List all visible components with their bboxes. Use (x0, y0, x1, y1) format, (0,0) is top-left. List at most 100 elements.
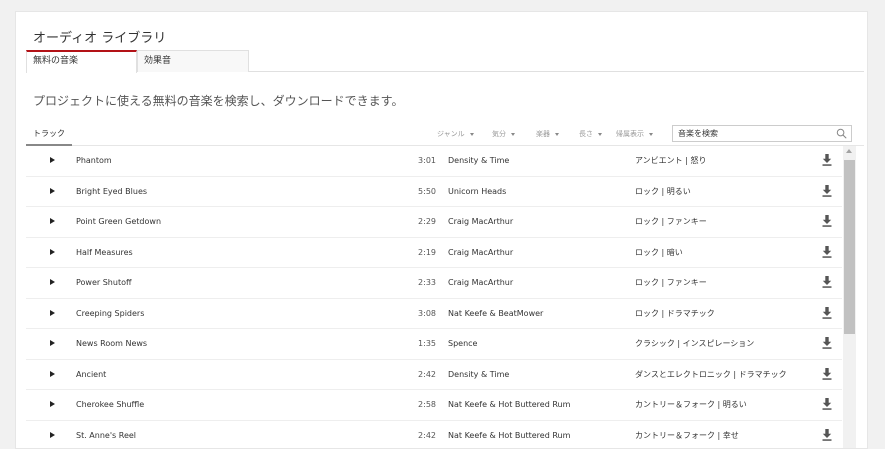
track-row[interactable]: Phantom 3:01 Density & Time アンビエント | 怒り (26, 146, 842, 177)
download-icon[interactable] (822, 276, 832, 288)
track-genre: カントリー＆フォーク | 幸せ (635, 430, 739, 440)
track-genre: アンビエント | 怒り (635, 156, 707, 165)
track-genre: ロック | 暗い (635, 247, 683, 257)
track-artist[interactable]: Craig MacArthur (448, 238, 513, 268)
track-row[interactable]: Creeping Spiders 3:08 Nat Keefe & BeatMowe… (26, 299, 842, 329)
play-icon[interactable] (50, 309, 55, 316)
track-title: St. Anne's Reel (76, 430, 137, 440)
tab-bar: 無料の音楽 効果音 (26, 50, 864, 73)
play-icon[interactable] (50, 187, 55, 194)
instrument-filter-label: 楽器 (536, 130, 550, 138)
track-artist[interactable]: Craig MacArthur (448, 207, 513, 237)
chevron-down-icon (555, 132, 559, 136)
track-artist[interactable]: Craig MacArthur (448, 268, 513, 298)
track-title: Power Shutoff (76, 278, 132, 287)
track-genre: ダンスとエレクトロニック | ドラマチック (635, 369, 787, 379)
download-icon[interactable] (822, 215, 832, 227)
tab-free-music[interactable]: 無料の音楽 (26, 50, 137, 73)
track-artist[interactable]: Spence (448, 329, 477, 359)
track-genre: ロック | ファンキー (635, 278, 707, 287)
track-duration: 1:35 (418, 339, 436, 348)
track-duration: 5:50 (418, 186, 436, 196)
track-duration: 3:01 (418, 156, 436, 165)
download-icon[interactable] (822, 337, 832, 349)
track-duration: 2:19 (418, 247, 436, 257)
play-icon[interactable] (50, 279, 55, 285)
search-icon[interactable] (836, 128, 847, 139)
download-icon[interactable] (822, 428, 832, 441)
page-subtitle: プロジェクトに使える無料の音楽を検索し、ダウンロードできます。 (33, 94, 404, 108)
mood-filter-label: 気分 (492, 130, 506, 138)
play-icon[interactable] (50, 431, 55, 438)
track-artist[interactable]: Unicorn Heads (448, 177, 506, 207)
play-icon[interactable] (50, 248, 55, 255)
track-row[interactable]: St. Anne's Reel 2:42 Nat Keefe & Hot Butte… (26, 421, 842, 449)
chevron-down-icon (511, 132, 515, 136)
play-icon[interactable] (50, 370, 55, 377)
track-duration: 2:58 (418, 400, 436, 409)
search-input[interactable] (678, 127, 828, 140)
chevron-down-icon (598, 132, 602, 136)
track-title: Point Green Getdown (76, 217, 162, 226)
play-icon[interactable] (50, 340, 55, 346)
play-icon[interactable] (50, 218, 55, 224)
track-row[interactable]: Ancient 2:42 Density & Time ダンスとエレクトロニック | … (26, 360, 842, 390)
track-title: Cherokee Shuffle (76, 400, 145, 409)
track-duration: 2:42 (418, 430, 436, 440)
mood-filter[interactable]: 気分 (492, 124, 515, 144)
chevron-down-icon (469, 132, 474, 136)
download-icon[interactable] (822, 184, 832, 197)
track-title: News Room News (76, 339, 148, 348)
tab-sound-effects[interactable]: 効果音 (137, 50, 249, 72)
download-icon[interactable] (822, 154, 832, 166)
track-genre: ロック | ファンキー (635, 217, 707, 226)
track-genre: ロック | 明るい (635, 186, 691, 196)
track-title: Creeping Spiders (76, 308, 145, 318)
audio-library-card: オーディオ ライブラリ 無料の音楽 効果音 プロジェクトに使える無料の音楽を検索… (15, 11, 868, 449)
track-genre: クラシック | インスピレーション (635, 339, 755, 348)
play-icon[interactable] (50, 157, 55, 163)
track-row[interactable]: Cherokee Shuffle 2:58 Nat Keefe & Hot Butt… (26, 390, 842, 421)
track-row[interactable]: Power Shutoff 2:33 Craig MacArthur ロック | ファ… (26, 268, 842, 299)
page-title: オーディオ ライブラリ (33, 31, 167, 46)
track-title: Bright Eyed Blues (76, 186, 148, 196)
track-artist[interactable]: Density & Time (448, 146, 509, 176)
track-genre: ロック | ドラマチック (635, 308, 715, 318)
filter-bar: トラック ジャンル 気分 楽器 長さ 帰属表示 (26, 124, 864, 146)
track-duration: 2:29 (418, 217, 436, 226)
search-box (672, 125, 852, 142)
instrument-filter[interactable]: 楽器 (536, 124, 559, 144)
chevron-down-icon (649, 132, 653, 136)
scrollbar-thumb[interactable] (844, 160, 855, 334)
track-list: Phantom 3:01 Density & Time アンビエント | 怒り Brig… (26, 146, 842, 449)
attribution-filter-label: 帰属表示 (616, 130, 644, 138)
genre-filter-label: ジャンル (437, 130, 465, 138)
attribution-filter[interactable]: 帰属表示 (616, 124, 653, 144)
track-artist[interactable]: Nat Keefe & Hot Buttered Rum (448, 421, 570, 449)
track-duration: 3:08 (418, 308, 436, 318)
track-duration: 2:33 (418, 278, 436, 287)
track-column-header[interactable]: トラック (26, 124, 72, 146)
duration-filter[interactable]: 長さ (579, 124, 602, 144)
genre-filter[interactable]: ジャンル (437, 124, 474, 144)
track-artist[interactable]: Density & Time (448, 360, 509, 390)
track-artist[interactable]: Nat Keefe & Hot Buttered Rum (448, 390, 570, 420)
track-row[interactable]: Point Green Getdown 2:29 Craig MacArthur ロッ… (26, 207, 842, 238)
track-row[interactable]: Bright Eyed Blues 5:50 Unicorn Heads ロック | … (26, 177, 842, 207)
track-duration: 2:42 (418, 369, 436, 379)
duration-filter-label: 長さ (579, 130, 593, 138)
download-icon[interactable] (822, 245, 832, 258)
scroll-up-arrow-icon[interactable] (846, 149, 852, 153)
track-row[interactable]: Half Measures 2:19 Craig MacArthur ロック | 暗い (26, 238, 842, 268)
play-icon[interactable] (50, 401, 55, 407)
track-title: Half Measures (76, 247, 133, 257)
track-title: Phantom (76, 156, 112, 165)
track-row[interactable]: News Room News 1:35 Spence クラシック | インスピレーショ… (26, 329, 842, 360)
track-artist[interactable]: Nat Keefe & BeatMower (448, 299, 543, 329)
track-title: Ancient (76, 369, 107, 379)
download-icon[interactable] (822, 306, 832, 319)
scrollbar[interactable] (843, 146, 856, 448)
download-icon[interactable] (822, 367, 832, 380)
download-icon[interactable] (822, 398, 832, 410)
track-genre: カントリー＆フォーク | 明るい (635, 400, 747, 409)
